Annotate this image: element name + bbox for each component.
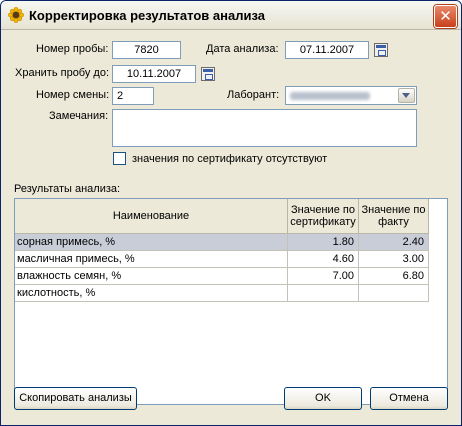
cell-fact[interactable]: 6.80 <box>359 268 429 285</box>
cell-name: влажность семян, % <box>15 268 288 285</box>
dialog-window: Корректировка результатов анализа ✕ Номе… <box>0 0 462 426</box>
cell-cert[interactable] <box>288 285 359 302</box>
table-row[interactable]: влажность семян, % 7.00 6.80 <box>15 268 429 285</box>
copy-analyses-button[interactable]: Скопировать анализы <box>14 387 137 410</box>
dialog-body: Номер пробы: 7820 Дата анализа: 07.11.20… <box>1 30 461 425</box>
title-bar[interactable]: Корректировка результатов анализа ✕ <box>1 1 461 30</box>
cell-fact[interactable] <box>359 285 429 302</box>
chevron-down-icon <box>402 93 410 98</box>
cell-fact[interactable]: 3.00 <box>359 251 429 268</box>
analysis-date-label: Дата анализа: <box>206 43 279 55</box>
close-icon: ✕ <box>439 7 452 25</box>
no-cert-values-checkbox[interactable] <box>113 152 126 165</box>
cell-fact[interactable]: 2.40 <box>359 234 429 251</box>
sample-number-label: Номер пробы: <box>36 43 109 55</box>
sunflower-icon <box>8 7 24 23</box>
dropdown-button[interactable] <box>398 88 415 103</box>
calendar-icon[interactable] <box>374 43 388 57</box>
calendar-icon[interactable] <box>201 67 215 81</box>
results-section-label: Результаты анализа: <box>14 183 121 195</box>
ok-button[interactable]: OK <box>284 387 362 410</box>
analysis-date-input[interactable]: 07.11.2007 <box>285 41 369 59</box>
no-cert-values-label: значения по сертификату отсутствуют <box>132 153 328 165</box>
window-title: Корректировка результатов анализа <box>29 8 265 23</box>
cell-cert[interactable]: 1.80 <box>288 234 359 251</box>
remarks-label: Замечания: <box>49 110 109 122</box>
column-header-name[interactable]: Наименование <box>15 199 288 234</box>
lab-assistant-label: Лаборант: <box>227 89 280 101</box>
cell-cert[interactable]: 7.00 <box>288 268 359 285</box>
cell-name: сорная примесь, % <box>15 234 288 251</box>
store-until-label: Хранить пробу до: <box>15 67 110 79</box>
cancel-button[interactable]: Отмена <box>370 387 448 410</box>
table-row[interactable]: масличная примесь, % 4.60 3.00 <box>15 251 429 268</box>
sample-number-input[interactable]: 7820 <box>112 41 181 59</box>
lab-assistant-select[interactable] <box>285 86 417 105</box>
column-header-fact[interactable]: Значение по факту <box>359 199 429 234</box>
store-until-input[interactable]: 10.11.2007 <box>112 65 196 83</box>
table-row[interactable]: сорная примесь, % 1.80 2.40 <box>15 234 429 251</box>
shift-number-label: Номер смены: <box>36 89 110 101</box>
remarks-textarea[interactable] <box>112 109 417 147</box>
table-row[interactable]: кислотность, % <box>15 285 429 302</box>
cell-cert[interactable]: 4.60 <box>288 251 359 268</box>
column-header-cert[interactable]: Значение по сертификату <box>288 199 359 234</box>
redacted-name <box>290 92 370 100</box>
shift-number-input[interactable]: 2 <box>112 87 154 105</box>
cell-name: кислотность, % <box>15 285 288 302</box>
results-table[interactable]: Наименование Значение по сертификату Зна… <box>14 198 448 405</box>
close-button[interactable]: ✕ <box>434 5 457 28</box>
cell-name: масличная примесь, % <box>15 251 288 268</box>
